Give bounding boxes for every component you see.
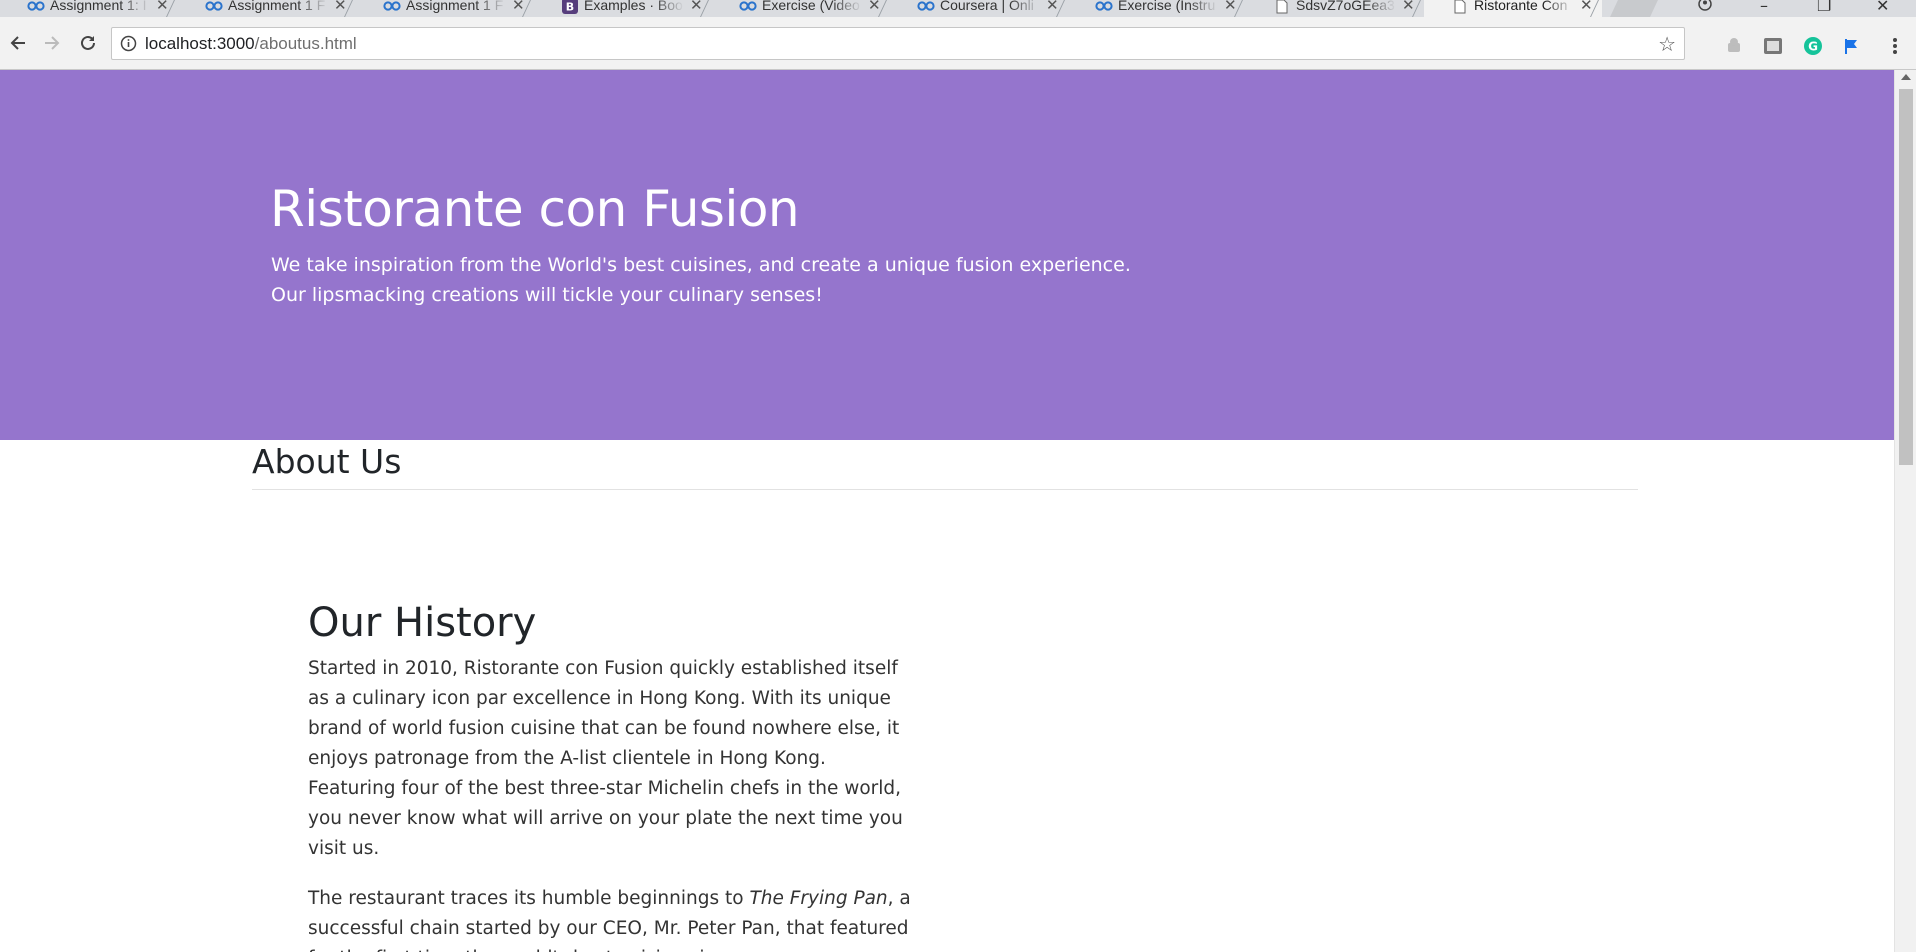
browser-tab[interactable]: B Examples · Boo ✕ xyxy=(534,0,712,17)
svg-text:G: G xyxy=(1808,40,1818,54)
restore-icon[interactable]: ❐ xyxy=(1817,0,1831,15)
tab-close-icon[interactable]: ✕ xyxy=(690,0,703,14)
tab-close-icon[interactable]: ✕ xyxy=(1402,0,1415,14)
tab-close-icon[interactable]: ✕ xyxy=(1224,0,1237,14)
flag-extension-icon[interactable] xyxy=(1841,35,1863,57)
tab-close-icon[interactable]: ✕ xyxy=(868,0,881,14)
history-paragraph-2: The restaurant traces its humble beginni… xyxy=(308,884,918,952)
url-host: localhost:3000 xyxy=(145,34,255,53)
document-icon xyxy=(1272,0,1292,14)
url-path: /aboutus.html xyxy=(254,34,357,53)
tab-title: Examples · Boo xyxy=(584,0,683,13)
arrow-right-icon xyxy=(45,36,60,50)
forward-button[interactable] xyxy=(40,31,64,55)
reload-button[interactable] xyxy=(76,31,100,55)
history-heading: Our History xyxy=(308,600,537,646)
document-icon xyxy=(1450,0,1470,14)
browser-tab[interactable]: Ristorante Con ✕ xyxy=(1424,0,1602,17)
browser-tab[interactable]: Exercise (Video ✕ xyxy=(712,0,890,17)
tab-title: Coursera | Onli xyxy=(940,0,1034,13)
tab-title: Exercise (Instru xyxy=(1118,0,1216,13)
close-window-icon[interactable]: ✕ xyxy=(1876,0,1889,15)
restaurant-title: Ristorante con Fusion xyxy=(270,180,800,238)
tab-title: Ristorante Con xyxy=(1474,0,1568,13)
menu-dots-icon[interactable] xyxy=(1884,35,1906,57)
info-icon[interactable] xyxy=(120,35,137,56)
tab-close-icon[interactable]: ✕ xyxy=(1046,0,1059,14)
frying-pan-name: The Frying Pan xyxy=(749,888,888,909)
minimize-icon[interactable]: – xyxy=(1760,0,1768,15)
browser-tab[interactable]: SdsvZ7oGEea3 ✕ xyxy=(1246,0,1424,17)
tab-title: Assignment 1 F xyxy=(406,0,504,13)
restaurant-tagline: We take inspiration from the World's bes… xyxy=(271,254,1131,306)
about-us-header: About Us xyxy=(252,440,1638,490)
browser-toolbar: localhost:3000/aboutus.html ☆ G xyxy=(0,17,1916,70)
jumbotron: Ristorante con Fusion We take inspiratio… xyxy=(0,70,1894,440)
coursera-icon xyxy=(738,0,758,14)
tab-close-icon[interactable]: ✕ xyxy=(512,0,525,14)
android-extension-icon[interactable] xyxy=(1723,35,1745,57)
history-paragraph-1: Started in 2010, Ristorante con Fusion q… xyxy=(308,658,903,859)
page-viewport: Ristorante con Fusion We take inspiratio… xyxy=(0,70,1916,952)
coursera-icon xyxy=(26,0,46,14)
page-scrollbar[interactable] xyxy=(1894,70,1916,952)
new-tab-button[interactable] xyxy=(1610,0,1658,17)
tab-title: SdsvZ7oGEea3 xyxy=(1296,0,1395,13)
coursera-icon xyxy=(382,0,402,14)
svg-text:B: B xyxy=(566,1,574,14)
browser-tab[interactable]: Exercise (Instru ✕ xyxy=(1068,0,1246,17)
scrollbar-thumb[interactable] xyxy=(1899,89,1913,465)
back-button[interactable] xyxy=(6,31,30,55)
coursera-icon xyxy=(1094,0,1114,14)
about-us-heading: About Us xyxy=(252,442,402,481)
bookmark-star-icon[interactable]: ☆ xyxy=(1658,33,1676,55)
screen-extension-icon[interactable] xyxy=(1762,35,1784,57)
browser-tab[interactable]: Assignment 1 F ✕ xyxy=(356,0,534,17)
address-bar[interactable]: localhost:3000/aboutus.html ☆ xyxy=(111,27,1685,60)
scroll-up-arrow-icon[interactable] xyxy=(1901,74,1911,80)
tab-title: Assignment 1 F xyxy=(228,0,326,13)
grammarly-icon[interactable]: G xyxy=(1802,35,1824,57)
coursera-icon xyxy=(204,0,224,14)
tab-close-icon[interactable]: ✕ xyxy=(334,0,347,14)
url-text: localhost:3000/aboutus.html xyxy=(145,34,357,54)
coursera-icon xyxy=(916,0,936,14)
browser-tab[interactable]: Assignment 1 F ✕ xyxy=(178,0,356,17)
browser-tab[interactable]: Assignment 1: I ✕ xyxy=(0,0,178,17)
history-section: Our History Started in 2010, Ristorante … xyxy=(308,600,918,952)
history-paragraph-2-start: The restaurant traces its humble beginni… xyxy=(308,888,750,909)
tab-title: Assignment 1: I xyxy=(50,0,147,13)
browser-tab-strip: Assignment 1: I ✕ Assignment 1 F ✕ Assignmen… xyxy=(0,0,1916,17)
tab-close-icon[interactable]: ✕ xyxy=(1580,0,1593,14)
browser-tab[interactable]: Coursera | Onli ✕ xyxy=(890,0,1068,17)
reload-icon xyxy=(81,35,95,50)
tab-title: Exercise (Video xyxy=(762,0,860,13)
bootstrap-icon: B xyxy=(560,0,580,14)
arrow-left-icon xyxy=(10,36,25,50)
profile-icon[interactable] xyxy=(1698,0,1712,15)
tab-close-icon[interactable]: ✕ xyxy=(156,0,169,14)
